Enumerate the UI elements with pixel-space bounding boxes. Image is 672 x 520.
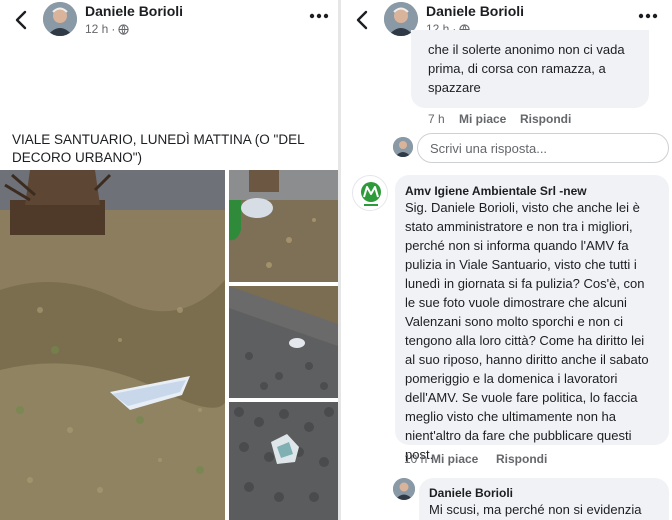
comment-author[interactable]: Amv Igiene Ambientale Srl -new	[405, 184, 587, 198]
photo-main[interactable]	[0, 170, 225, 520]
post-time: 12 h	[85, 22, 109, 36]
photo-4[interactable]	[229, 402, 338, 520]
back-arrow-icon[interactable]	[12, 9, 30, 31]
comment-time: 10 h	[404, 452, 428, 466]
comment-actions: 7 h Mi piace Rispondi	[428, 112, 571, 126]
author-name[interactable]: Daniele Borioli	[85, 3, 183, 19]
post-panel: Daniele Borioli 12 h · VIALE SANTUARIO, …	[0, 0, 338, 520]
avatar[interactable]	[43, 2, 77, 36]
reply-button[interactable]: Rispondi	[496, 452, 547, 466]
comment-text: Sig. Daniele Borioli, visto che anche le…	[405, 200, 649, 462]
reply-button[interactable]: Rispondi	[520, 112, 571, 126]
globe-icon	[118, 23, 129, 35]
comment-bubble: Daniele Borioli Mi scusi, ma perché non …	[419, 478, 669, 520]
author-name[interactable]: Daniele Borioli	[426, 3, 524, 19]
back-arrow-icon[interactable]	[353, 9, 371, 31]
post-text: VIALE SANTUARIO, LUNEDÌ MATTINA (O "DEL …	[12, 132, 305, 165]
photo-grid	[0, 170, 338, 520]
comment-text: Mi scusi, ma perché non si evidenzia	[429, 502, 642, 517]
post-meta: 12 h ·	[85, 22, 129, 36]
like-button[interactable]: Mi piace	[431, 452, 496, 466]
reply-input[interactable]: Scrivi una risposta...	[417, 133, 669, 163]
more-icon[interactable]	[637, 12, 659, 20]
photo-3[interactable]	[229, 286, 338, 398]
comment-text: che il solerte anonimo non ci vada prima…	[428, 42, 625, 95]
avatar[interactable]	[393, 478, 415, 500]
post-header: Daniele Borioli 12 h ·	[0, 0, 338, 42]
more-icon[interactable]	[308, 12, 330, 20]
comment-actions: 10 h Mi piace Rispondi	[404, 452, 547, 466]
comment-time: 7 h	[428, 112, 445, 126]
comment-author[interactable]: Daniele Borioli	[429, 486, 513, 500]
comments-panel: Daniele Borioli 12 h · che il solerte an…	[341, 0, 672, 520]
like-button[interactable]: Mi piace	[459, 112, 520, 126]
avatar	[393, 137, 413, 157]
amv-logo[interactable]	[352, 175, 388, 211]
photo-2[interactable]	[229, 170, 338, 282]
comment-bubble: che il solerte anonimo non ci vada prima…	[411, 30, 649, 108]
comment-bubble: Amv Igiene Ambientale Srl -new Sig. Dani…	[395, 175, 669, 462]
